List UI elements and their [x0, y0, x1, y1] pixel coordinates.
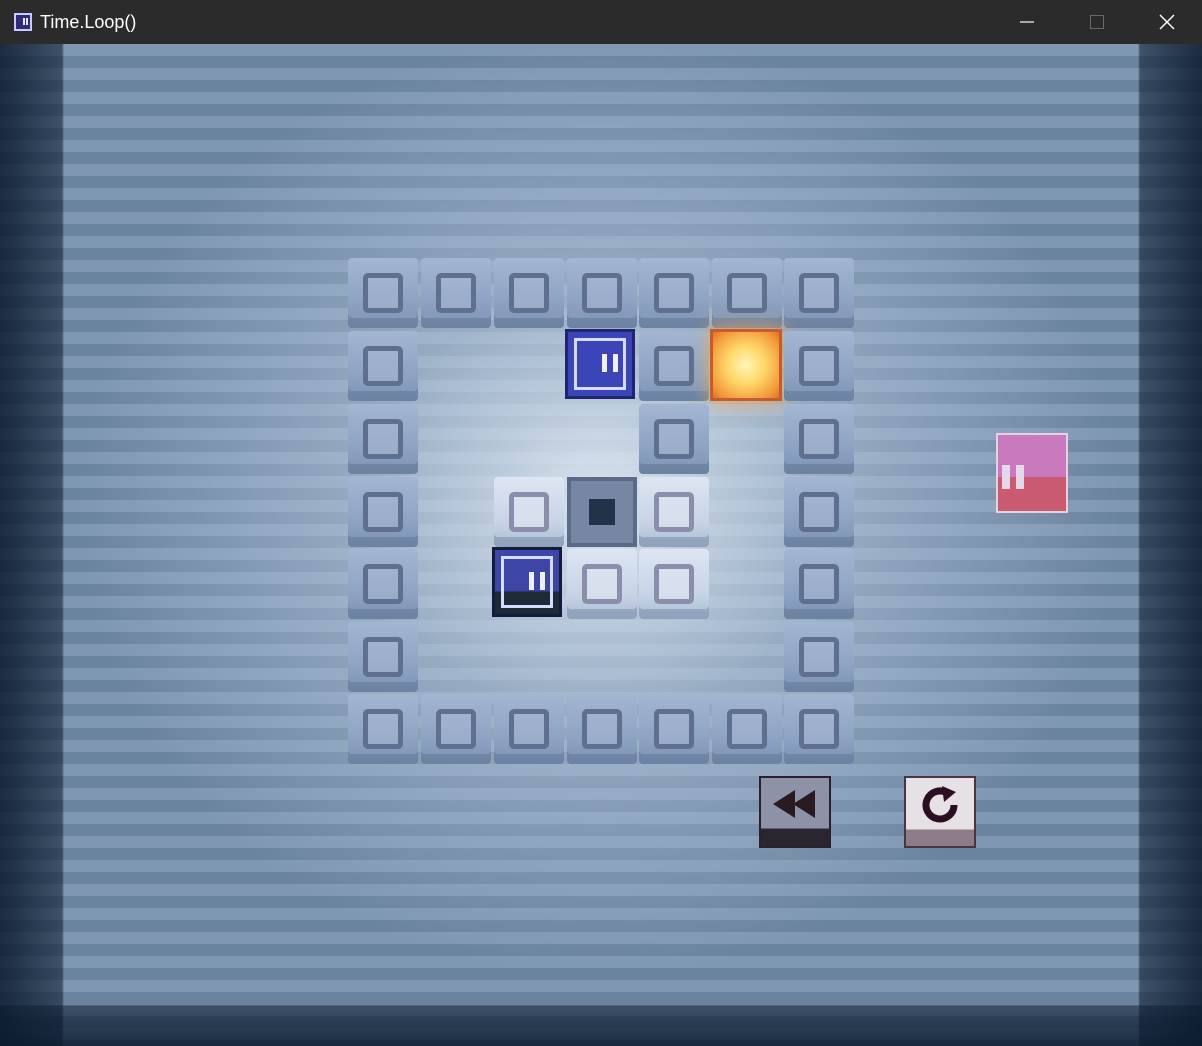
rewind-icon [773, 790, 815, 818]
wall-tile [784, 694, 854, 764]
wall-tile [348, 694, 418, 764]
wall-tile [784, 331, 854, 401]
wall-tile [421, 694, 491, 764]
wall-tile [494, 477, 564, 547]
wall-tile [494, 258, 564, 328]
window-title: Time.Loop() [40, 11, 137, 32]
game-window: Time.Loop() [0, 0, 1202, 1046]
maximize-icon [1090, 15, 1104, 29]
wall-tile [639, 694, 709, 764]
wall-tile [567, 694, 637, 764]
wall-tile [712, 694, 782, 764]
wall-tile [784, 404, 854, 474]
next-loop-block [996, 433, 1068, 513]
wall-tile [348, 404, 418, 474]
wall-tile [421, 258, 491, 328]
wall-tile [348, 258, 418, 328]
wall-tile [348, 622, 418, 692]
ghost-player-block [492, 547, 562, 617]
wall-tile [567, 549, 637, 619]
wall-tile [639, 477, 709, 547]
minimize-icon [1020, 21, 1034, 23]
goal-tile [710, 329, 782, 401]
wall-tile [712, 258, 782, 328]
next-loop-eyes-icon [1002, 465, 1028, 489]
restart-icon [922, 786, 958, 823]
wall-tile [784, 477, 854, 547]
title-bar[interactable]: Time.Loop() [0, 0, 1202, 44]
wall-tile [639, 331, 709, 401]
wall-tile [784, 258, 854, 328]
wall-tile [639, 549, 709, 619]
close-icon [1159, 14, 1175, 30]
wall-tile [348, 331, 418, 401]
maximize-button[interactable] [1062, 0, 1132, 44]
wall-tile [348, 477, 418, 547]
minimize-button[interactable] [992, 0, 1062, 44]
wall-tile [784, 622, 854, 692]
restart-button[interactable] [904, 776, 976, 848]
switch-tile [567, 477, 637, 547]
wall-tile [784, 549, 854, 619]
wall-tile [494, 694, 564, 764]
close-button[interactable] [1132, 0, 1202, 44]
rewind-button[interactable] [759, 776, 831, 848]
ghost-eyes-icon [529, 572, 545, 590]
game-board [348, 258, 854, 764]
app-icon [14, 13, 32, 31]
wall-tile [567, 258, 637, 328]
wall-tile [639, 258, 709, 328]
player-eyes-icon [602, 354, 618, 372]
wall-tile [639, 404, 709, 474]
window-controls [992, 0, 1202, 44]
player-block [565, 329, 635, 399]
wall-tile [348, 549, 418, 619]
game-screen [0, 44, 1202, 1046]
